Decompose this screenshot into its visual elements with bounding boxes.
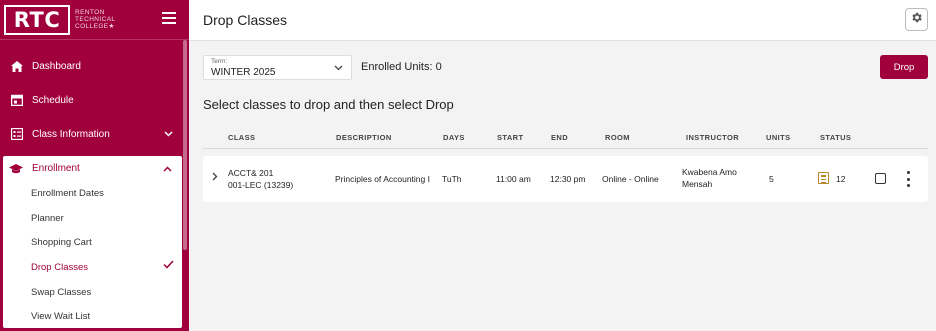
enrollment-panel: Enrollment Enrollment Dates Planner Shop… [3,156,182,328]
column-header-room: ROOM [605,133,630,142]
column-header-class: CLASS [228,133,256,142]
college-name: RENTON TECHNICAL COLLEGE★ [75,9,115,30]
graduation-cap-icon [9,163,23,174]
class-cell: ACCT& 201 001-LEC (13239) [228,167,293,191]
column-header-start: START [497,133,524,142]
term-label: Term: [211,58,228,65]
gear-icon [910,11,923,29]
table-row[interactable]: ACCT& 201 001-LEC (13239) Principles of … [203,156,928,202]
drop-button[interactable]: Drop [880,55,928,79]
instructor-cell: Kwabena Amo Mensah [682,166,737,190]
column-header-status: STATUS [820,133,852,142]
nav-item-enrollment[interactable]: Enrollment [3,156,182,181]
class-code: ACCT& 201 [228,168,274,178]
column-header-end: END [551,133,569,142]
units-cell: 5 [769,174,774,184]
page-title: Drop Classes [203,12,288,28]
room-cell: Online - Online [602,174,659,184]
sidebar-item-view-wait-list[interactable]: View Wait List [3,304,182,329]
term-select[interactable]: Term: WINTER 2025 [203,55,352,80]
description-cell: Principles of Accounting I [335,174,430,184]
sidebar-item-enrollment-dates[interactable]: Enrollment Dates [3,181,182,206]
sidebar: RTC RENTON TECHNICAL COLLEGE★ Dashboard … [0,0,189,331]
nav-item-label: Schedule [32,94,74,106]
rtc-logo[interactable]: RTC [4,4,70,35]
days-cell: TuTh [442,174,462,184]
logo-bar: RTC RENTON TECHNICAL COLLEGE★ [0,0,189,40]
enrolled-units: Enrolled Units: 0 [361,61,442,73]
nav-item-class-information[interactable]: Class Information [0,117,183,151]
column-header-days: DAYS [443,133,465,142]
college-name-line1: RENTON [75,9,105,16]
nav-item-label: Class Information [32,128,110,140]
drop-checkbox[interactable] [875,173,886,184]
class-section: 001-LEC (13239) [228,180,294,190]
college-name-line2: TECHNICAL [75,16,116,23]
college-name-line3: COLLEGE★ [75,23,115,30]
main-nav: Dashboard Schedule Class Information [0,49,183,151]
term-value: WINTER 2025 [211,67,276,78]
sidebar-item-label: Drop Classes [31,261,89,273]
sidebar-item-drop-classes[interactable]: Drop Classes [3,255,182,280]
chevron-down-icon [164,129,173,139]
start-cell: 11:00 am [496,174,531,184]
sidebar-item-shopping-cart[interactable]: Shopping Cart [3,230,182,255]
sidebar-item-swap-classes[interactable]: Swap Classes [3,280,182,305]
calendar-icon [10,94,23,107]
hamburger-menu-icon[interactable] [162,12,176,24]
settings-button[interactable] [905,8,928,31]
end-cell: 12:30 pm [550,174,586,184]
instructor-name-line2: Mensah [682,179,713,189]
column-header-units: UNITS [766,133,791,142]
divider [203,148,928,149]
chevron-down-icon [334,63,343,73]
nav-item-label: Dashboard [32,60,81,72]
column-header-instructor: INSTRUCTOR [686,133,740,142]
page-header: Drop Classes [189,0,936,41]
more-options-icon[interactable] [905,170,911,188]
instruction-text: Select classes to drop and then select D… [203,97,454,112]
sidebar-item-planner[interactable]: Planner [3,206,182,231]
chevron-up-icon [163,164,172,174]
status-count: 12 [836,174,846,184]
chevron-right-icon[interactable] [212,172,218,184]
checkmark-icon [163,260,174,272]
home-icon [10,60,23,73]
nav-item-dashboard[interactable]: Dashboard [0,49,183,83]
column-header-description: DESCRIPTION [336,133,392,142]
nav-item-schedule[interactable]: Schedule [0,83,183,117]
sidebar-scrollbar[interactable] [183,40,187,250]
instructor-name-line1: Kwabena Amo [682,167,737,177]
waitlist-status-icon [818,172,829,184]
enrollment-label: Enrollment [32,163,80,174]
list-icon [10,128,23,141]
